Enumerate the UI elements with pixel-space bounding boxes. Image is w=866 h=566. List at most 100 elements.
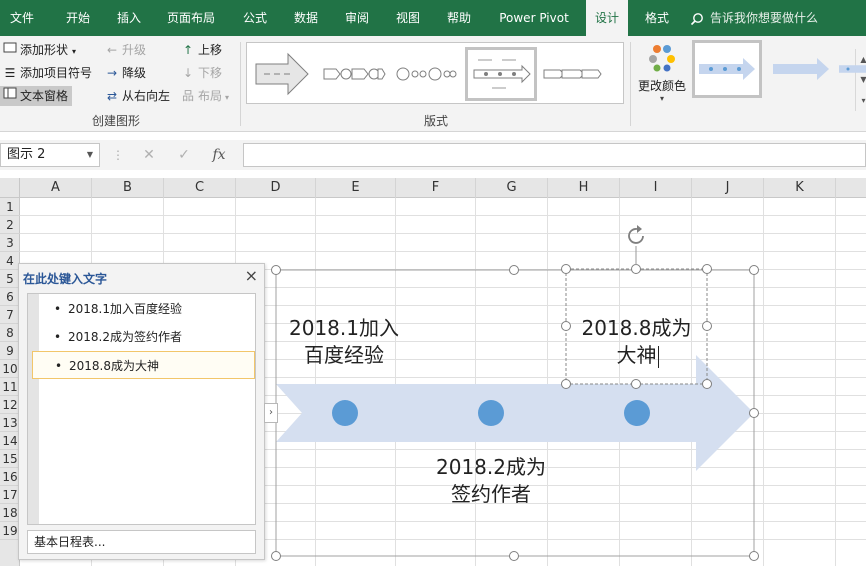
smartart-style-thumb-2[interactable] (766, 40, 836, 98)
row-header-6[interactable]: 6 (0, 288, 20, 306)
move-up-label: 上移 (198, 43, 223, 57)
row-header-17[interactable]: 17 (0, 486, 20, 504)
column-header-c[interactable]: C (164, 178, 236, 198)
tab-design[interactable]: 设计 (586, 0, 628, 36)
tab-insert[interactable]: 插入 (104, 0, 154, 36)
enter-icon[interactable]: ✓ (171, 143, 197, 167)
tab-format[interactable]: 格式 (634, 0, 680, 36)
text-pane-label: 文本窗格 (20, 89, 69, 103)
tab-data[interactable]: 数据 (284, 0, 328, 36)
tab-power-pivot[interactable]: Power Pivot (488, 0, 580, 36)
column-header-d[interactable]: D (236, 178, 316, 198)
change-colors-button[interactable]: 更改颜色 ▾ (634, 42, 690, 108)
bullet-icon: • (54, 330, 62, 344)
demote-button[interactable]: → 降级 (102, 63, 146, 83)
layout-button[interactable]: 品布局 ▾ (178, 86, 229, 106)
text-pane-item[interactable]: • 2018.2成为签约作者 (32, 323, 255, 351)
row-header-19[interactable]: 19 (0, 522, 20, 540)
layout-description-link[interactable]: 基本日程表... (27, 530, 256, 554)
cancel-icon[interactable]: ✕ (136, 143, 162, 167)
layouts-gallery: ▲ ▼ ▾ (246, 42, 866, 111)
move-down-label: 下移 (198, 66, 223, 80)
row-header-10[interactable]: 10 (0, 360, 20, 378)
chevron-down-icon[interactable]: ▼ (87, 144, 93, 166)
formula-input[interactable] (243, 143, 866, 167)
layout-thumb-block-arrow[interactable] (249, 47, 315, 101)
add-shape-button[interactable]: 添加形状 ▾ (0, 40, 76, 60)
text-pane-item-text: 2018.2成为签约作者 (68, 330, 182, 344)
chevron-down-icon: ▾ (72, 47, 77, 56)
row-header-11[interactable]: 11 (0, 378, 20, 396)
name-box[interactable]: 图示 2 ▼ (0, 143, 100, 167)
arrow-up-icon: ↑ (182, 43, 194, 57)
tab-formulas[interactable]: 公式 (232, 0, 278, 36)
select-all-corner[interactable] (0, 178, 20, 198)
row-header-7[interactable]: 7 (0, 306, 20, 324)
column-header-j[interactable]: J (692, 178, 764, 198)
insert-function-icon[interactable]: fx (206, 143, 232, 167)
add-bullet-button[interactable]: ☰ 添加项目符号 (0, 63, 92, 83)
row-header-14[interactable]: 14 (0, 432, 20, 450)
row-headers: 1 2 3 4 5 6 7 8 9 10 11 12 13 14 15 16 17 18 19 (0, 198, 20, 566)
group-divider (630, 42, 631, 126)
tab-page-layout[interactable]: 页面布局 (158, 0, 224, 36)
smartart-text-pane: 在此处键入文字 × • 2018.1加入百度经验 • 2018.2成为签约作者 • 2… (18, 263, 265, 560)
right-to-left-button[interactable]: ⇄ 从右向左 (102, 86, 170, 106)
layout-thumb-chevron-circles[interactable] (321, 47, 387, 101)
close-icon[interactable]: × (245, 266, 258, 285)
tell-me-search[interactable]: 告诉我你想要做什么 (690, 0, 818, 36)
add-bullet-label: 添加项目符号 (20, 66, 93, 80)
column-header-b[interactable]: B (92, 178, 164, 198)
row-header-3[interactable]: 3 (0, 234, 20, 252)
layout-thumb-basic-timeline[interactable] (465, 47, 537, 101)
row-header-13[interactable]: 13 (0, 414, 20, 432)
move-down-button[interactable]: ↓ 下移 (178, 63, 222, 83)
promote-button[interactable]: ← 升级 (102, 40, 146, 60)
layouts-group-label: 版式 (424, 114, 449, 128)
tab-help[interactable]: 帮助 (436, 0, 482, 36)
column-gridline (547, 198, 548, 566)
column-header-k[interactable]: K (764, 178, 836, 198)
move-up-button[interactable]: ↑ 上移 (178, 40, 222, 60)
timeline-label-3[interactable]: 2018.8成为 大神 (568, 315, 705, 369)
tab-home[interactable]: 开始 (52, 0, 104, 36)
row-header-12[interactable]: 12 (0, 396, 20, 414)
text-cursor (658, 346, 659, 368)
text-pane-item-selected[interactable]: • 2018.8成为大神 (32, 351, 255, 379)
row-header-5[interactable]: 5 (0, 270, 20, 288)
row-gridline (20, 251, 866, 252)
hierarchy-icon: 品 (181, 89, 194, 103)
column-header-g[interactable]: G (476, 178, 548, 198)
row-header-18[interactable]: 18 (0, 504, 20, 522)
timeline-label-1[interactable]: 2018.1加入 百度经验 (276, 315, 412, 369)
column-header-a[interactable]: A (20, 178, 92, 198)
layout-thumb-circle-process[interactable] (393, 47, 459, 101)
tab-review[interactable]: 审阅 (334, 0, 380, 36)
formula-bar-grip-icon: ⋮ (112, 148, 124, 162)
row-header-16[interactable]: 16 (0, 468, 20, 486)
row-header-8[interactable]: 8 (0, 324, 20, 342)
column-header-i[interactable]: I (620, 178, 692, 198)
column-header-f[interactable]: F (396, 178, 476, 198)
row-header-15[interactable]: 15 (0, 450, 20, 468)
smartart-style-thumb-1[interactable] (692, 40, 762, 98)
row-header-1[interactable]: 1 (0, 198, 20, 216)
text-pane-toggle-icon[interactable]: › (264, 403, 278, 423)
column-header-e[interactable]: E (316, 178, 396, 198)
text-pane-button[interactable]: 文本窗格 (0, 86, 73, 106)
tab-view[interactable]: 视图 (386, 0, 430, 36)
arrow-down-icon: ↓ (182, 66, 194, 80)
layout-thumb-chevron-list[interactable] (539, 47, 605, 101)
row-header-9[interactable]: 9 (0, 342, 20, 360)
smartart-style-thumb-3[interactable] (836, 40, 866, 98)
row-header-4[interactable]: 4 (0, 252, 20, 270)
column-gridline (763, 198, 764, 566)
row-header-2[interactable]: 2 (0, 216, 20, 234)
text-pane-item[interactable]: • 2018.1加入百度经验 (32, 295, 255, 323)
column-header-h[interactable]: H (548, 178, 620, 198)
tell-me-text: 告诉我你想要做什么 (710, 11, 819, 25)
row-gridline (20, 233, 866, 234)
tab-file[interactable]: 文件 (0, 0, 44, 36)
bullet-list-icon: ☰ (4, 66, 16, 80)
timeline-label-2[interactable]: 2018.2成为 签约作者 (423, 454, 559, 508)
